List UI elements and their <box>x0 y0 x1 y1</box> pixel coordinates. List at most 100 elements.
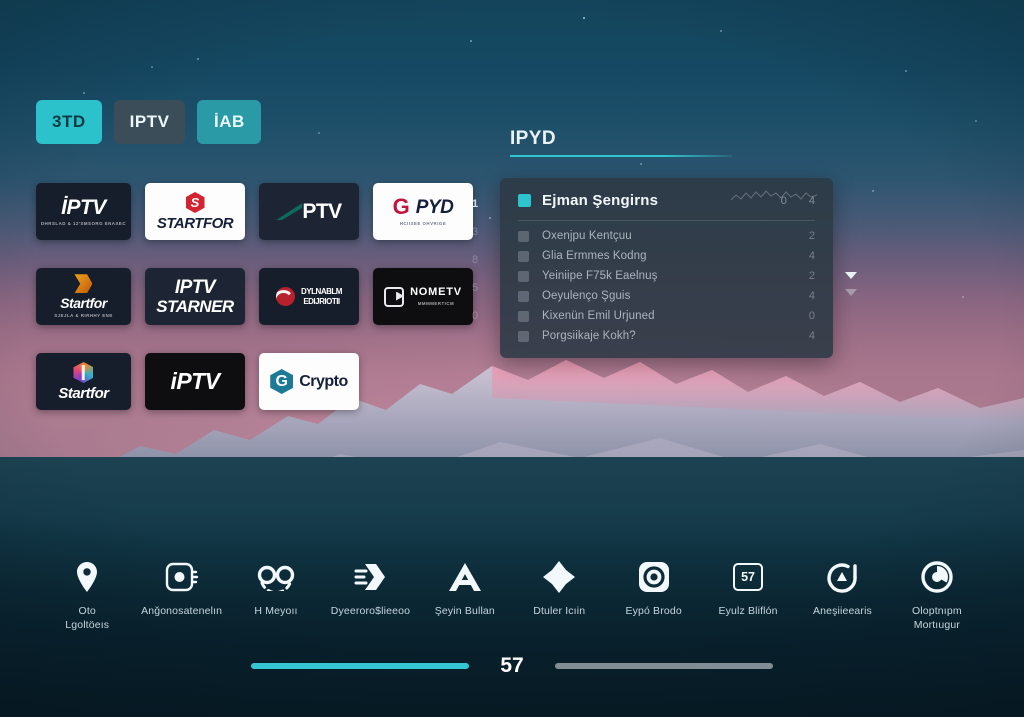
number-badge-icon: 57 <box>733 557 764 597</box>
nav-item-label: Anğonosatenelın <box>141 605 223 617</box>
panel-header-values: 0 4 <box>781 195 815 207</box>
axis-number-3: 5 <box>471 282 479 294</box>
panel-item-checkbox[interactable] <box>518 270 529 282</box>
nometv-card-sub: MMMMERTICM <box>417 300 455 306</box>
axis-number-4: 0 <box>471 310 479 322</box>
panel-item-label: Yeiniipe F75k Eaelnuş <box>542 270 658 282</box>
dylnablm-orb-icon <box>276 287 296 306</box>
axis-number-0: 1 <box>471 198 479 210</box>
tab-3td[interactable]: 3TD <box>36 100 102 144</box>
nometv-card[interactable]: NOMETV MMMMERTICM <box>373 268 473 325</box>
logo-grid: İPTV DHRSLAD & 12'SMSORG ENAXEC STARTFOR… <box>36 183 473 438</box>
startfor-prism-card-title: Startfor <box>58 385 109 402</box>
number-badge-value: 57 <box>733 563 764 591</box>
panel-item-value: 4 <box>808 290 815 302</box>
panel-list-item[interactable]: Oxenjpu Kentçuu 2 <box>518 226 815 246</box>
nav-item-seyin-bullan[interactable]: Şeyin Bullan <box>418 557 512 618</box>
location-pin-icon <box>75 557 99 597</box>
iptv-starner-card-sub: STARNER <box>156 297 234 316</box>
bottom-navbar: Oto Lgoltöeıs Anğonosatenelın H Meyoıı D… <box>0 557 1024 649</box>
nav-item-label: Dyeeroro$lieeoo <box>330 605 411 617</box>
nav-item-anesiieearis[interactable]: Aneşiieearis <box>795 557 889 618</box>
startfor-card[interactable]: STARTFOR <box>145 183 245 240</box>
tab-iptv-label: IPTV <box>129 112 170 131</box>
clock-dial-icon <box>826 557 858 597</box>
nav-item-dtuler-icin[interactable]: Dtuler Icıin <box>512 557 606 618</box>
bottom-progress-row: 57 <box>0 651 1024 681</box>
panel-item-label: Oxenjpu Kentçuu <box>542 230 632 242</box>
nometv-card-title: NOMETV <box>410 285 462 298</box>
nav-item-label: Dtuler Icıin <box>533 605 586 617</box>
panel-item-checkbox[interactable] <box>518 290 529 302</box>
tab-iab[interactable]: İAB <box>197 100 262 144</box>
crypto-card[interactable]: Crypto <box>259 353 359 410</box>
tab-iptv[interactable]: IPTV <box>113 100 186 144</box>
compass-star-icon <box>542 557 576 597</box>
panel-list-item[interactable]: Kixenün Emil Urjuned 0 <box>518 306 815 326</box>
axis-number-2: 8 <box>471 254 479 266</box>
panel-list-item[interactable]: Glia Ermmes Kodng 4 <box>518 246 815 266</box>
target-square-icon <box>638 557 670 597</box>
panel-item-value: 2 <box>808 230 815 242</box>
panel-header-num-left: 0 <box>780 194 787 207</box>
startfor-gold-card[interactable]: Startfor SJEJLA & RIRHHY ENE <box>36 268 131 325</box>
panel-item-label: Oeyulenço Şguis <box>542 290 631 302</box>
panel-title: IPYD <box>510 128 556 149</box>
panel-header-num-right: 4 <box>808 194 815 207</box>
nav-item-h-meyou[interactable]: H Meyoıı <box>229 557 323 618</box>
nav-item-eypo-brodo[interactable]: Eypó Brodo <box>606 557 700 618</box>
tab-iab-label: İAB <box>214 112 245 131</box>
pie-ring-icon <box>921 557 953 597</box>
iptv-black-card[interactable]: iPTV <box>145 353 245 410</box>
nav-item-dyeerorosliaeoo[interactable]: Dyeeroro$lieeoo <box>323 557 417 618</box>
panel-item-checkbox[interactable] <box>518 330 529 342</box>
gpyd-card[interactable]: G PYD HCIISEE OHVRIGE <box>373 183 473 240</box>
chevron-down-icon[interactable] <box>845 272 857 279</box>
nav-item-oto-lgoltoeis[interactable]: Oto Lgoltöeıs <box>40 557 134 632</box>
nav-item-label: Eypó Brodo <box>625 605 682 617</box>
panel-header-label: Ejman Şengirns <box>542 192 659 209</box>
ptv-card-title: PTV <box>302 199 342 223</box>
dylnablm-card[interactable]: DYLNABLM EDIJRIOTII <box>259 268 359 325</box>
panel-list-item[interactable]: Yeiniipe F75k Eaelnuş 2 <box>518 266 815 286</box>
volume-progress-bar[interactable] <box>555 663 773 669</box>
panel-item-checkbox[interactable] <box>518 230 529 242</box>
double-circle-icon <box>257 557 295 597</box>
nav-item-label: Şeyin Bullan <box>434 605 495 617</box>
iptv-starner-card[interactable]: IPTV STARNER <box>145 268 245 325</box>
startfor-gold-arrow-icon <box>74 274 93 294</box>
gpyd-card-sub: HCIISEE OHVRIGE <box>399 221 447 227</box>
panel-list-item[interactable]: Porgsiikaje Kokh? 4 <box>518 326 815 346</box>
iptv-dark-card-sub: DHRSLAD & 12'SMSORG ENAXEC <box>40 220 127 226</box>
gpyd-card-title: PYD <box>415 196 454 218</box>
panel-item-label: Glia Ermmes Kodng <box>542 250 647 262</box>
panel-item-value: 4 <box>808 250 815 262</box>
chevron-down-icon[interactable] <box>845 289 857 296</box>
startfor-card-title: STARTFOR <box>156 215 234 232</box>
panel-item-value: 4 <box>808 330 815 342</box>
panel-item-value: 2 <box>808 270 815 282</box>
nav-item-angonosatenelin[interactable]: Anğonosatenelın <box>134 557 228 618</box>
panel-separator <box>518 220 815 221</box>
dylnablm-card-title: DYLNABLM <box>301 286 342 296</box>
panel-item-checkbox[interactable] <box>518 250 529 262</box>
panel-header-chip-icon <box>518 194 531 207</box>
panel-list-item[interactable]: Oeyulenço Şguis 4 <box>518 286 815 306</box>
iptv-dark-card[interactable]: İPTV DHRSLAD & 12'SMSORG ENAXEC <box>36 183 131 240</box>
playback-progress-bar[interactable] <box>251 663 469 669</box>
panel-item-checkbox[interactable] <box>518 310 529 322</box>
category-tabs: 3TD IPTV İAB <box>36 100 262 144</box>
nav-item-oloptnipm-mortugur[interactable]: Oloptnıpm Mortıugur <box>890 557 984 632</box>
nav-item-eyulz-bliflon[interactable]: 57 Eyulz Bliflón <box>701 557 795 618</box>
ptv-swoosh-icon <box>276 203 303 220</box>
tab-3td-label: 3TD <box>52 112 86 131</box>
iptv-dark-card-title: İPTV <box>61 195 106 219</box>
axis-number-1: 3 <box>471 226 479 238</box>
panel-title-underline <box>510 155 732 157</box>
nav-item-label: Aneşiieearis <box>812 605 872 617</box>
ptv-card[interactable]: PTV <box>259 183 359 240</box>
startfor-prism-card[interactable]: Startfor <box>36 353 131 410</box>
panel-item-label: Kixenün Emil Urjuned <box>542 310 655 322</box>
logo-row-2: Startfor SJEJLA & RIRHHY ENE IPTV STARNE… <box>36 268 473 325</box>
startfor-hex-icon <box>185 192 205 213</box>
